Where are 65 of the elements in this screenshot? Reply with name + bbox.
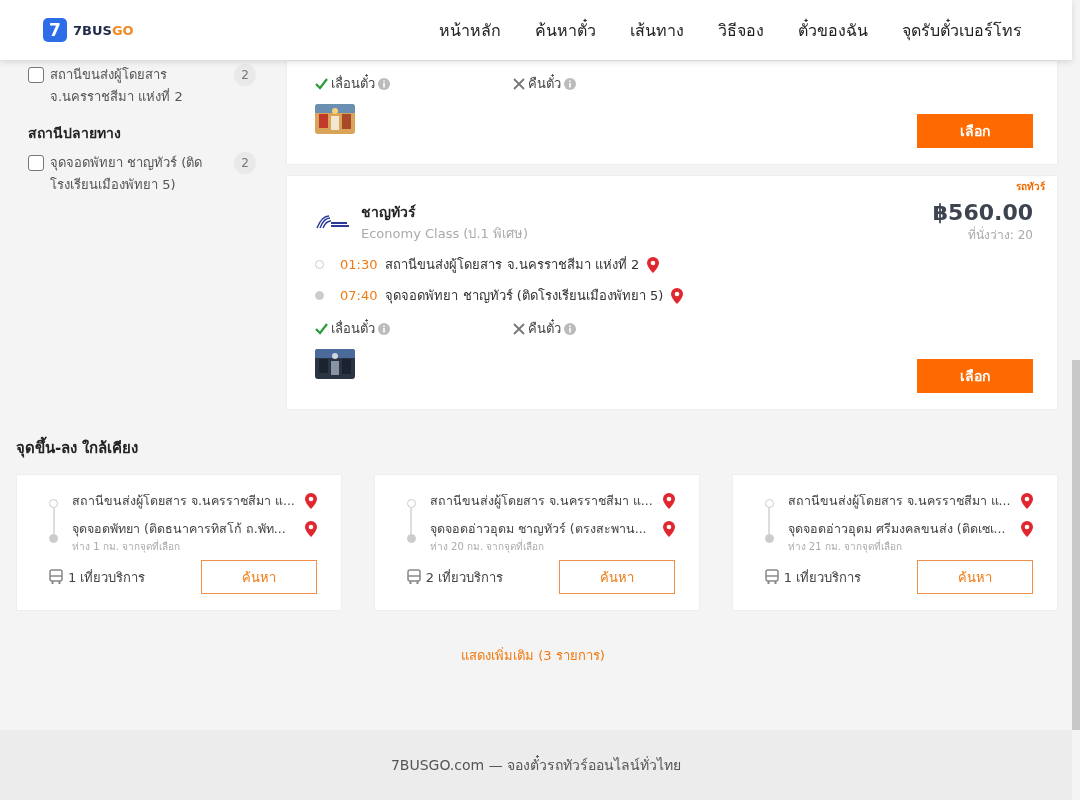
info-icon — [564, 77, 576, 90]
distance-note: ห่าง 1 กม. จากจุดที่เลือก — [72, 539, 182, 554]
count-badge: 2 — [234, 152, 256, 174]
section-title: จุดขึ้น-ลง ใกล้เคียง — [16, 436, 1050, 460]
operator-name: ชาญทัวร์ — [361, 202, 417, 223]
origin-name: สถานีขนส่งผู้โดยสาร จ.นครราชสีมา แ... — [72, 492, 295, 511]
filter-label: จุดจอดพัทยา ชาญทัวร์ (ติดโรงเรียนเมืองพัทยา 5) — [50, 154, 204, 194]
map-pin-icon — [1020, 493, 1033, 509]
bus-icon — [764, 569, 779, 585]
map-pin-icon — [304, 521, 317, 537]
distance-note: ห่าง 21 กม. จากจุดที่เลือก — [787, 539, 904, 554]
filter-title: สถานีปลายทาง — [28, 124, 122, 143]
map-pin-icon — [304, 493, 317, 509]
stop-name: จุดจอดพัทยา ชาญทัวร์ (ติดโรงเรียนเมืองพัทยา 5) — [385, 287, 664, 306]
checkbox[interactable] — [28, 155, 44, 171]
info-icon — [378, 322, 390, 335]
feature-label: เลื่อนตั๋ว — [331, 73, 375, 93]
feature-label: คืนตั๋ว — [528, 73, 561, 93]
filter-label: สถานีขนส่งผู้โดยสาร จ.นครราชสีมา แห่งที่ 2 — [50, 66, 184, 106]
timeline-dot — [764, 534, 774, 543]
checkbox[interactable] — [28, 67, 44, 83]
distance-note: ห่าง 20 กม. จากจุดที่เลือก — [429, 539, 546, 554]
origin-name: สถานีขนส่งผู้โดยสาร จ.นครราชสีมา แ... — [787, 492, 1011, 511]
bus-type-tag: รถทัวร์ — [1016, 179, 1045, 194]
map-pin-icon — [647, 256, 660, 273]
map-pin-icon — [1020, 521, 1033, 537]
bus-class: Economy Class (ป.1 พิเศษ) — [361, 224, 528, 243]
timeline-dot — [49, 499, 58, 508]
bus-icon — [406, 569, 421, 585]
destination-name: จุดจอดพัทยา (ติดธนาคารทิสโก้ ถ.พัท... — [72, 520, 287, 539]
trip-count: 1 เที่ยวบริการ — [68, 568, 146, 587]
ticket-price: ฿560.00 — [932, 200, 1033, 225]
feature-label: เลื่อนตั๋ว — [331, 318, 375, 338]
timeline-dot — [49, 534, 58, 543]
feature-label: คืนตั๋ว — [528, 318, 561, 338]
nav-link[interactable]: วิธีจอง — [718, 17, 764, 43]
map-pin-icon — [671, 287, 684, 304]
timeline-dot — [764, 499, 774, 508]
stop-name: สถานีขนส่งผู้โดยสาร จ.นครราชสีมา แห่งที่ 2 — [385, 255, 640, 275]
info-icon — [564, 322, 576, 335]
nav-link[interactable]: จุดรับตั๋วเบอร์โทร — [902, 17, 1022, 43]
destination-name: จุดจอดอ่าวอุดม ศรีมงคลขนส่ง (ติดเซเ... — [787, 520, 1007, 539]
logo-mark[interactable]: 7 — [43, 18, 67, 42]
nav-link[interactable]: ค้นหาตั๋ว — [535, 17, 596, 43]
nav-link[interactable]: ตั๋วของฉัน — [798, 17, 868, 43]
trip-count: 1 เที่ยวบริการ — [783, 568, 862, 587]
stop-time: 07:40 — [340, 288, 378, 303]
trip-count: 2 เที่ยวบริการ — [425, 568, 504, 587]
map-pin-icon — [662, 521, 675, 537]
count-badge: 2 — [234, 64, 256, 86]
info-icon — [378, 77, 390, 90]
destination-name: จุดจอดอ่าวอุดม ชาญทัวร์ (ตรงสะพาน... — [429, 520, 648, 539]
timeline-dot — [406, 534, 416, 543]
origin-name: สถานีขนส่งผู้โดยสาร จ.นครราชสีมา แ... — [429, 492, 653, 511]
footer-text: 7BUSGO.com — จองตั๋วรถทัวร์ออนไลน์ทั่วไทย — [390, 754, 682, 775]
operator-logo-icon — [315, 214, 351, 230]
bus-icon — [49, 569, 63, 585]
timeline-dot — [406, 499, 416, 508]
nav-link[interactable]: เส้นทาง — [630, 17, 684, 43]
scrollbar[interactable] — [1072, 360, 1080, 730]
stop-time: 01:30 — [340, 257, 378, 272]
map-pin-icon — [662, 493, 675, 509]
logo-wordmark[interactable]: 7BUSGO — [73, 22, 134, 38]
nav-link[interactable]: หน้าหลัก — [439, 17, 501, 43]
seats-available: ที่นั่งว่าง: 20 — [966, 225, 1033, 244]
